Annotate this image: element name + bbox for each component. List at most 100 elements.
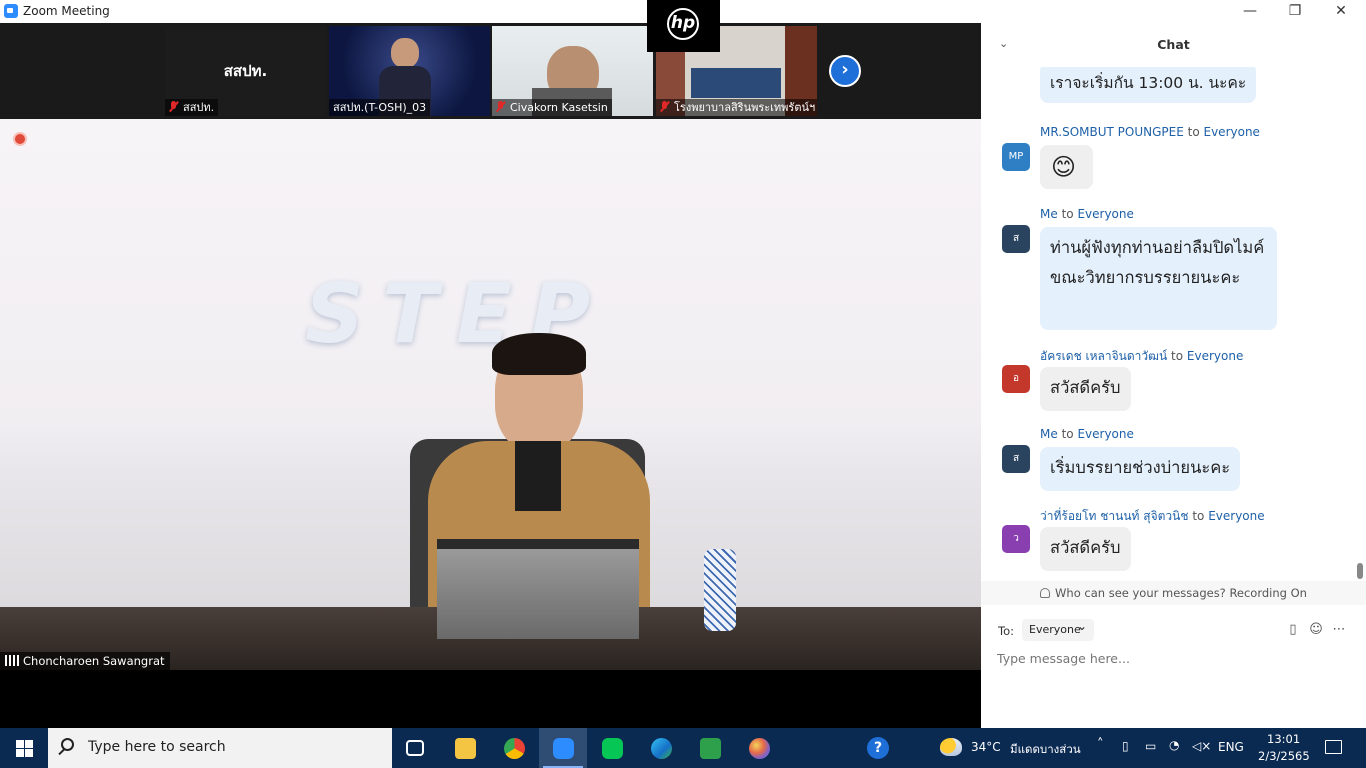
speaker-shirt — [515, 441, 561, 511]
to-label: To: — [998, 624, 1014, 638]
chat-header: ⌄ Chat — [981, 23, 1366, 67]
message-bubble: เริ่มบรรยายช่วงบ่ายนะคะ — [1040, 447, 1241, 491]
speaker-hair — [492, 333, 586, 375]
edge-button[interactable] — [637, 728, 685, 768]
message-sender: MR.SOMBUT POUNGPEE to Everyone — [1040, 125, 1260, 139]
file-explorer-button[interactable] — [441, 728, 489, 768]
wifi-icon[interactable]: ◔ — [1169, 738, 1179, 752]
avatar: อ — [1002, 365, 1030, 393]
chrome-button[interactable] — [490, 728, 538, 768]
avatar: MP — [1002, 143, 1030, 171]
chat-scrollbar[interactable] — [1356, 70, 1364, 581]
line-button[interactable] — [588, 728, 636, 768]
participant-label: Civakorn Kasetsin — [492, 99, 612, 116]
edge-icon — [651, 738, 672, 759]
more-options-icon[interactable]: ⋯ — [1331, 622, 1347, 638]
clock-time[interactable]: 13:01 — [1267, 732, 1300, 746]
active-speaker-video: STEP Choncharoen Sawangrat — [0, 119, 981, 670]
windows-logo-icon — [16, 749, 24, 757]
line-icon — [602, 738, 623, 759]
chat-panel: ⌄ Chat เราจะเริ่มกัน 13:00 น. นะคะ MP MR… — [981, 23, 1366, 728]
image-viewer-icon — [700, 738, 721, 759]
minimize-button[interactable]: — — [1227, 0, 1273, 23]
windows-logo-icon — [16, 740, 24, 748]
paint-icon — [749, 738, 770, 759]
mic-muted-icon — [169, 101, 178, 112]
taskbar-search-box[interactable]: Type here to search — [48, 728, 392, 768]
participant-thumbnail-strip: สสปท. สสปท. สสปท.(T-OSH)_03 Civakorn Kas… — [0, 23, 981, 119]
recording-indicator-icon — [13, 132, 27, 146]
image-viewer-button[interactable] — [686, 728, 734, 768]
video-bottom-bar — [0, 670, 981, 728]
water-bottle — [704, 549, 736, 631]
show-hidden-icons-chevron-icon[interactable]: ˄ — [1097, 737, 1104, 752]
notifications-icon[interactable] — [1325, 740, 1342, 754]
emoji-icon[interactable]: ☺ — [1308, 622, 1324, 638]
weather-temperature[interactable]: 34°C — [971, 740, 1001, 754]
search-icon — [61, 738, 74, 751]
weather-description[interactable]: มีแดดบางส่วน — [1010, 741, 1081, 759]
battery-icon[interactable]: ▭ — [1145, 739, 1156, 753]
recipient-dropdown[interactable]: Everyone — [1022, 615, 1094, 641]
scrollbar-thumb[interactable] — [1357, 563, 1363, 579]
message-sender: Me to Everyone — [1040, 427, 1134, 441]
chat-title: Chat — [1157, 37, 1190, 52]
message-sender: ว่าที่ร้อยโท ชานนท์ สุจิตวนิช to Everyon… — [1040, 509, 1265, 523]
file-icon[interactable]: ▯ — [1285, 622, 1301, 638]
zoom-icon — [553, 738, 574, 759]
windows-taskbar: Type here to search ? 34°C มีแดดบางส่วน … — [0, 728, 1366, 768]
windows-logo-icon — [25, 740, 33, 748]
message-input[interactable] — [997, 648, 1347, 668]
message-sender: อัครเดช เหลาจินดาวัฒน์ to Everyone — [1040, 349, 1244, 363]
active-speaker-label: Choncharoen Sawangrat — [0, 652, 170, 670]
recipient-row: To: Everyone ▯ ☺ ⋯ — [981, 615, 1366, 643]
participant-thumbnail[interactable]: สสปท. สสปท. — [165, 26, 326, 116]
avatar: ส — [1002, 225, 1030, 253]
participant-thumbnail[interactable]: Civakorn Kasetsin — [492, 26, 653, 116]
message-bubble: สวัสดีครับ — [1040, 527, 1131, 571]
device-icon[interactable]: ▯ — [1122, 739, 1129, 753]
volume-muted-icon[interactable]: ◁× — [1192, 739, 1211, 753]
hp-logo: hp — [647, 0, 720, 52]
participant-label: สสปท. — [165, 99, 219, 116]
who-can-see-link[interactable]: Who can see your messages? Recording On — [981, 581, 1366, 605]
weather-icon[interactable] — [940, 738, 962, 756]
message-target: Everyone — [1208, 509, 1265, 523]
mic-muted-icon — [660, 101, 669, 112]
video-area: สสปท. สสปท. สสปท.(T-OSH)_03 Civakorn Kas… — [0, 0, 981, 728]
laptop — [437, 539, 639, 639]
avatar: ว — [1002, 525, 1030, 553]
next-page-button[interactable]: › — [829, 55, 861, 87]
paint-button[interactable] — [735, 728, 783, 768]
participant-label: โรงพยาบาลสิรินพระเทพรัตน์ฯ — [656, 99, 817, 116]
message-target: Everyone — [1186, 349, 1244, 363]
message-bubble: 😊 — [1040, 145, 1093, 189]
input-language[interactable]: ENG — [1218, 740, 1244, 754]
message-bubble: สวัสดีครับ — [1040, 367, 1131, 411]
participant-label: สสปท.(T-OSH)_03 — [329, 99, 431, 116]
person-icon — [1040, 588, 1051, 598]
avatar: ส — [1002, 445, 1030, 473]
room-shelf — [691, 68, 781, 98]
zoom-app-icon — [4, 4, 18, 18]
chrome-icon — [504, 738, 525, 759]
message-target: Everyone — [1203, 125, 1260, 139]
participant-face — [391, 38, 419, 68]
message-bubble: ท่านผู้ฟังทุกท่านอย่าลืมปิดไมค์ขณะวิทยาก… — [1040, 227, 1277, 330]
mic-muted-icon — [496, 101, 505, 112]
restore-button[interactable]: ❐ — [1272, 0, 1318, 23]
task-view-button[interactable] — [392, 728, 440, 768]
chat-message-list[interactable]: เราจะเริ่มกัน 13:00 น. นะคะ MP MR.SOMBUT… — [981, 67, 1356, 581]
help-icon[interactable]: ? — [867, 737, 889, 759]
task-view-icon — [406, 740, 424, 756]
message-target: Everyone — [1077, 427, 1134, 441]
participant-name-display: สสปท. — [223, 62, 268, 80]
message-sender: Me to Everyone — [1040, 207, 1134, 221]
zoom-taskbar-button[interactable] — [539, 728, 587, 768]
participant-thumbnail[interactable]: สสปท.(T-OSH)_03 — [329, 26, 490, 116]
close-button[interactable]: ✕ — [1318, 0, 1364, 23]
clock-date[interactable]: 2/3/2565 — [1258, 749, 1310, 763]
start-button[interactable] — [0, 728, 48, 768]
window-title: Zoom Meeting — [23, 4, 110, 18]
folder-icon — [455, 738, 476, 759]
